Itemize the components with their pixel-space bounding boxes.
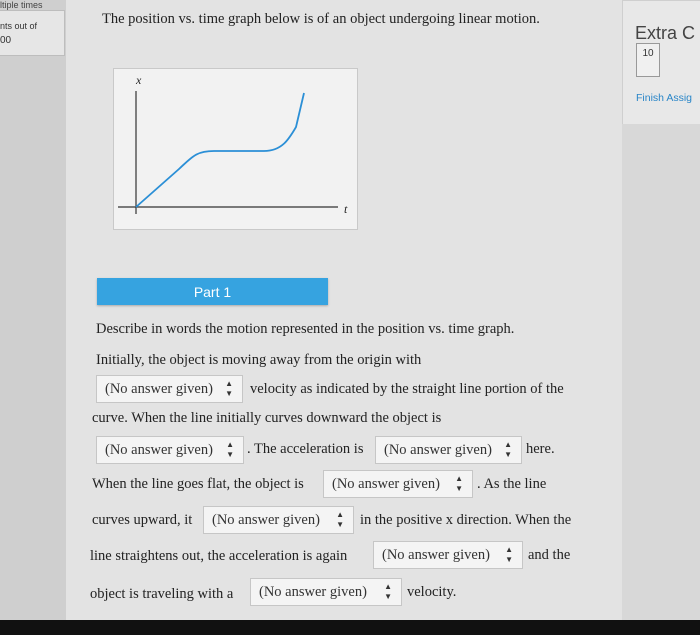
position-time-graph: x t	[113, 68, 358, 230]
dropdown-value: (No answer given)	[259, 583, 367, 600]
text-line-5: When the line goes flat, the object is	[92, 476, 304, 492]
text-line-2: velocity as indicated by the straight li…	[250, 381, 564, 397]
select-arrows-icon: ▲ ▼	[225, 379, 233, 398]
answer-dropdown-5[interactable]: (No answer given) ▲ ▼	[203, 506, 354, 534]
question-prompt: The position vs. time graph below is of …	[102, 11, 540, 27]
attempts-label: ltiple times	[0, 0, 43, 10]
text-line-4: . The acceleration is	[247, 441, 364, 457]
right-sidebar: Extra C 10 Finish Assig	[622, 0, 700, 126]
points-label: nts out of	[0, 21, 38, 31]
left-sidebar: ltiple times nts out of 00	[0, 0, 66, 635]
dropdown-value: (No answer given)	[332, 475, 440, 492]
select-arrows-icon: ▲ ▼	[504, 440, 512, 459]
select-arrows-icon: ▲ ▼	[505, 545, 513, 564]
answer-dropdown-7[interactable]: (No answer given) ▲ ▼	[250, 578, 402, 606]
dropdown-value: (No answer given)	[105, 380, 213, 397]
extra-credit-title: Extra C	[635, 23, 696, 43]
text-line-5b: . As the line	[477, 476, 547, 492]
select-arrows-icon: ▲ ▼	[455, 474, 463, 493]
text-line-1: Initially, the object is moving away fro…	[96, 352, 422, 368]
answer-dropdown-2[interactable]: (No answer given) ▲ ▼	[96, 436, 244, 464]
part-1-header[interactable]: Part 1	[97, 278, 328, 305]
answer-dropdown-1[interactable]: (No answer given) ▲ ▼	[96, 375, 243, 403]
points-value: 00	[0, 35, 12, 46]
right-background	[622, 124, 700, 620]
text-line-8b: velocity.	[407, 584, 457, 600]
text-line-3: curve. When the line initially curves do…	[92, 410, 442, 426]
position-curve	[135, 92, 305, 208]
t-axis-label: t	[344, 202, 348, 216]
text-line-7: line straightens out, the acceleration i…	[90, 548, 348, 564]
screen-bottom-edge	[0, 620, 700, 635]
text-line-6b: in the positive x direction. When the	[360, 512, 572, 528]
points-box: nts out of 00	[0, 10, 65, 56]
select-arrows-icon: ▲ ▼	[226, 440, 234, 459]
x-axis-label: x	[135, 73, 142, 87]
dropdown-value: (No answer given)	[105, 441, 213, 458]
dropdown-value: (No answer given)	[212, 511, 320, 528]
answer-dropdown-4[interactable]: (No answer given) ▲ ▼	[323, 470, 473, 498]
text-line-6: curves upward, it	[92, 512, 193, 528]
question-panel: The position vs. time graph below is of …	[66, 0, 622, 620]
text-line-8: object is traveling with a	[90, 586, 234, 602]
graph-svg: x t	[118, 73, 348, 216]
instruction-text: Describe in words the motion represented…	[96, 321, 515, 337]
part-label: Part 1	[193, 283, 232, 300]
select-arrows-icon: ▲ ▼	[384, 582, 392, 601]
answer-dropdown-3[interactable]: (No answer given) ▲ ▼	[375, 436, 522, 464]
score-badge: 10	[636, 43, 660, 77]
finish-assignment-link[interactable]: Finish Assig	[636, 92, 692, 104]
select-arrows-icon: ▲ ▼	[336, 510, 344, 529]
text-line-4b: here.	[526, 441, 555, 457]
answer-dropdown-6[interactable]: (No answer given) ▲ ▼	[373, 541, 523, 569]
dropdown-value: (No answer given)	[382, 546, 490, 563]
text-line-7b: and the	[528, 547, 571, 563]
dropdown-value: (No answer given)	[384, 441, 492, 458]
